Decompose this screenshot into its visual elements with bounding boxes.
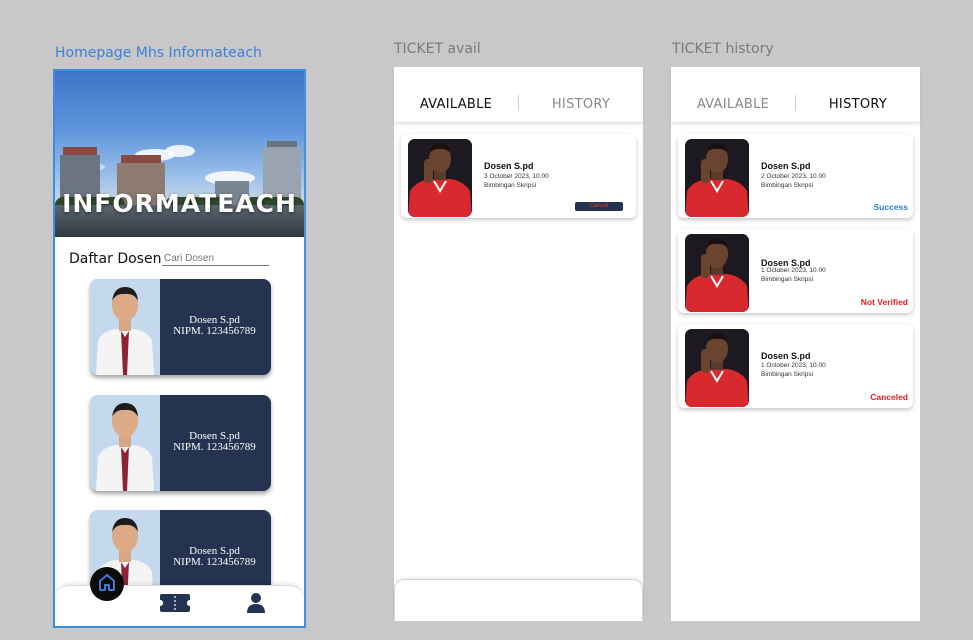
ticket-date: 1 October 2023, 10.00 <box>761 267 826 274</box>
ticket-topic: Bimbingan Skripsi <box>761 276 814 283</box>
frame-label-ticket-history[interactable]: TICKET history <box>672 41 774 57</box>
lecturer-photo <box>90 279 160 375</box>
frame-label-homepage[interactable]: Homepage Mhs Informateach <box>55 45 262 61</box>
homepage-frame: INFORMATEACH Daftar Dosen Dosen S.pd NIP… <box>53 69 306 628</box>
lecturer-photo <box>408 139 472 217</box>
ticket-topic: Bimbingan Skripsi <box>484 182 537 189</box>
ticket-topic: Bimbingan Skripsi <box>761 182 814 189</box>
ticket-status: Not Verified <box>860 297 908 307</box>
ticket-icon[interactable] <box>160 594 190 617</box>
lecturer-photo <box>685 234 749 312</box>
ticket-status: Canceled <box>870 392 908 402</box>
ticket-date: 3 October 2023, 10.00 <box>484 173 549 180</box>
ticket-history-frame: AVAILABLE HISTORY Dosen S.pd 2 October 2… <box>671 67 920 621</box>
ticket-date: 1 October 2023, 10.00 <box>761 362 826 369</box>
tab-history[interactable]: HISTORY <box>519 97 643 112</box>
tab-history[interactable]: HISTORY <box>796 97 920 112</box>
ticket-date: 2 October 2023, 10.00 <box>761 173 826 180</box>
cancel-button[interactable]: Cancel <box>575 202 623 211</box>
ticket-card[interactable]: Dosen S.pd 3 October 2023, 10.00 Bimbing… <box>401 134 636 218</box>
home-nav-button[interactable] <box>90 567 124 601</box>
ticket-tabs: AVAILABLE HISTORY <box>671 67 920 123</box>
section-title: Daftar Dosen <box>69 251 162 267</box>
home-icon <box>97 572 117 597</box>
lecturer-card[interactable]: Dosen S.pd NIPM. 123456789 <box>90 395 271 491</box>
lecturer-card[interactable]: Dosen S.pd NIPM. 123456789 <box>90 279 271 375</box>
lecturer-nipm: NIPM. 123456789 <box>173 441 256 453</box>
ticket-card[interactable]: Dosen S.pd 1 October 2023, 10.00 Bimbing… <box>678 229 913 313</box>
ticket-card[interactable]: Dosen S.pd 2 October 2023, 10.00 Bimbing… <box>678 134 913 218</box>
ticket-topic: Bimbingan Skripsi <box>761 371 814 378</box>
lecturer-nipm: NIPM. 123456789 <box>173 556 256 568</box>
frame-label-ticket-avail[interactable]: TICKET avail <box>394 41 481 57</box>
ticket-status: Success <box>873 202 909 212</box>
tab-available[interactable]: AVAILABLE <box>671 97 795 112</box>
lecturer-nipm: NIPM. 123456789 <box>173 325 256 337</box>
ticket-lecturer-name: Dosen S.pd <box>484 161 534 171</box>
ticket-lecturer-name: Dosen S.pd <box>761 351 811 361</box>
ticket-lecturer-name: Dosen S.pd <box>761 161 811 171</box>
ticket-card[interactable]: Dosen S.pd 1 October 2023, 10.00 Bimbing… <box>678 324 913 408</box>
app-title: INFORMATEACH <box>62 189 297 218</box>
lecturer-photo <box>685 329 749 407</box>
search-dosen-input[interactable] <box>162 252 269 266</box>
ticket-tabs: AVAILABLE HISTORY <box>394 67 643 123</box>
bottom-nav <box>394 579 643 621</box>
tab-available[interactable]: AVAILABLE <box>394 97 518 112</box>
lecturer-photo <box>685 139 749 217</box>
ticket-avail-frame: AVAILABLE HISTORY Dosen S.pd 3 October 2… <box>394 67 643 621</box>
lecturer-photo <box>90 395 160 491</box>
user-icon[interactable] <box>247 593 265 618</box>
